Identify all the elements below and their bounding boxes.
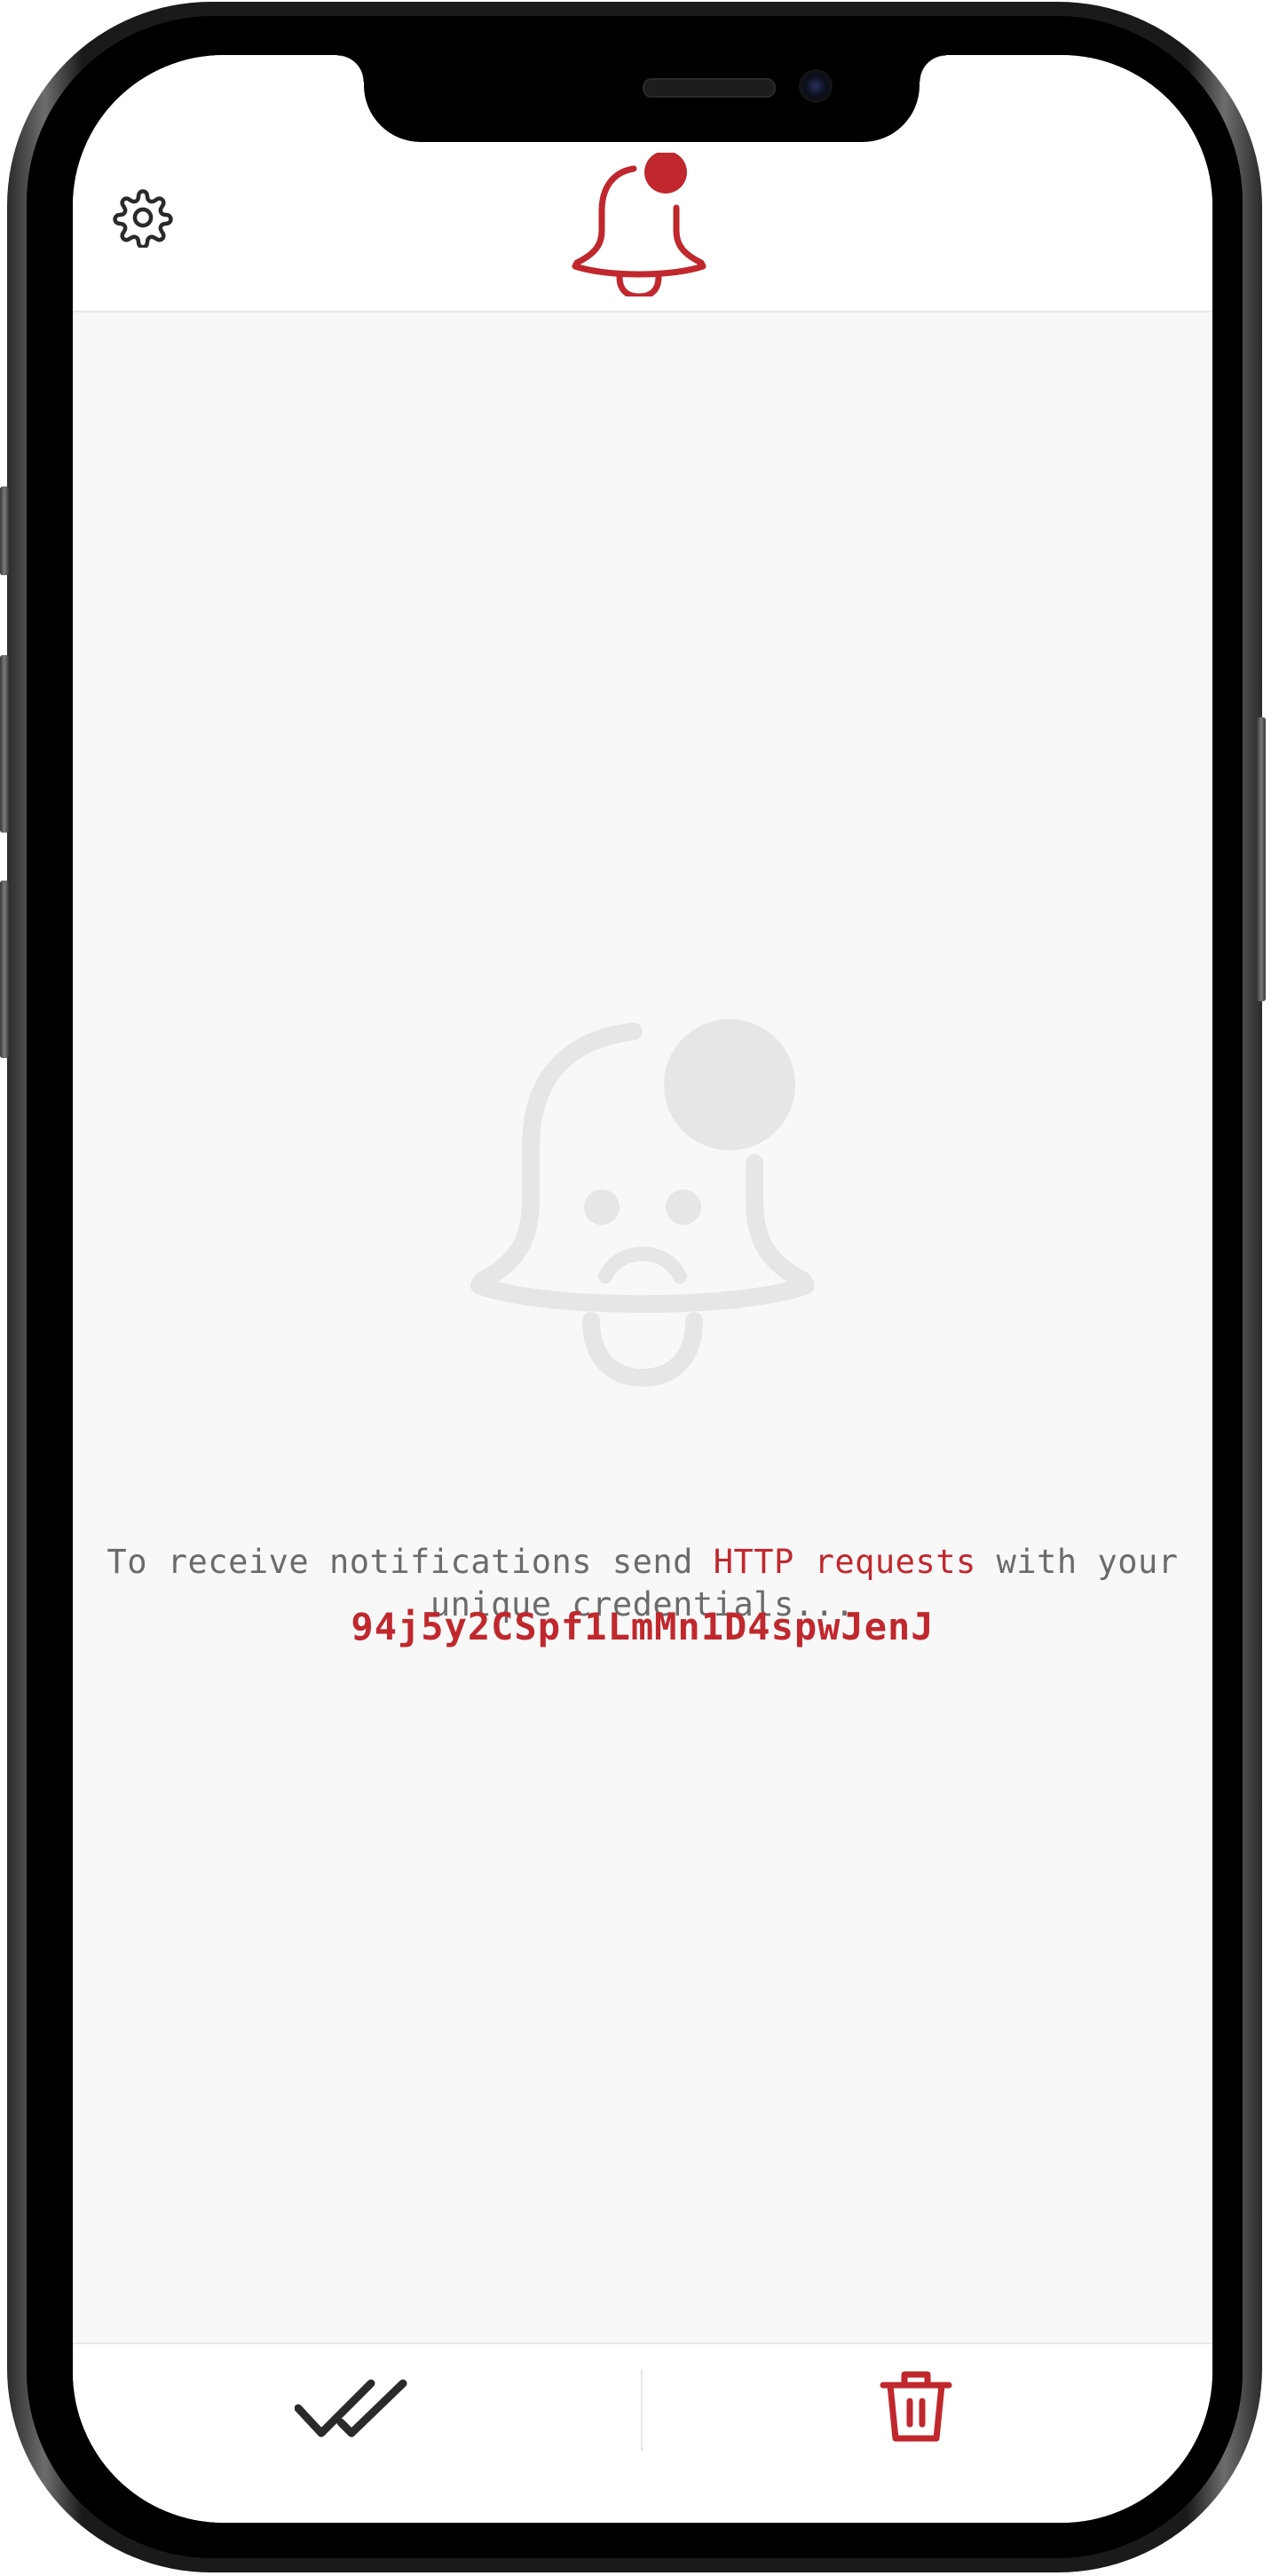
side-switch [0, 486, 9, 575]
settings-button[interactable] [112, 186, 174, 249]
user-credential[interactable]: 94j5y2CSpf1LmMn1D4spwJenJ [73, 1605, 1212, 1648]
gear-icon [113, 189, 173, 248]
power-button [1257, 717, 1266, 1001]
bell-notification-icon [572, 153, 707, 296]
volume-up-button [0, 655, 9, 833]
mark-all-read-button[interactable] [286, 2367, 419, 2453]
message-text-before: To receive notifications send [107, 1543, 714, 1581]
http-requests-highlight: HTTP requests [713, 1543, 976, 1581]
toolbar-divider [641, 2369, 643, 2451]
delete-all-button[interactable] [872, 2362, 960, 2451]
app-screen: To receive notifications send HTTP reque… [73, 55, 1212, 2523]
front-camera [799, 69, 833, 103]
trash-icon [880, 2371, 952, 2442]
double-check-icon [295, 2379, 407, 2438]
sad-bell-icon [470, 1019, 815, 1387]
bottom-toolbar [73, 2343, 1212, 2523]
earpiece-speaker [643, 78, 776, 98]
notch [337, 55, 946, 142]
phone-device: To receive notifications send HTTP reque… [0, 2, 1266, 2572]
volume-down-button [0, 881, 9, 1058]
empty-state: To receive notifications send HTTP reque… [73, 312, 1212, 2397]
